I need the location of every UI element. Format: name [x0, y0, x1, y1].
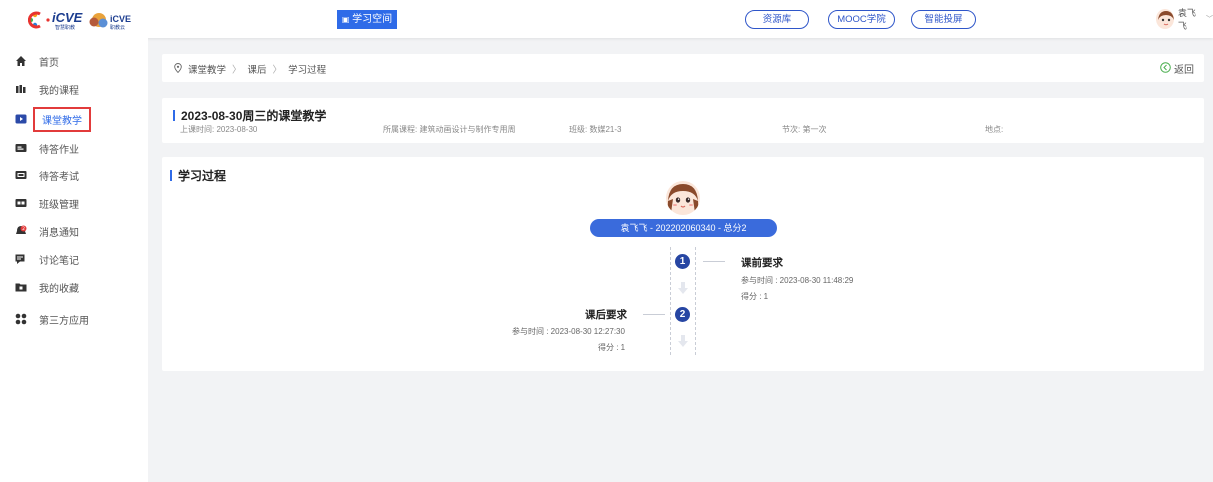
- learning-space-button[interactable]: ▣ 学习空间: [337, 10, 397, 29]
- class-icon: [14, 197, 27, 210]
- learning-space-icon: ▣: [341, 15, 350, 24]
- icve-logo[interactable]: iCVE 智慧职教 iCVE 职教云: [27, 9, 131, 31]
- lesson-info-card: 2023-08-30周三的课堂教学 上课时间: 2023-08-30 所属课程:…: [162, 98, 1204, 143]
- homework-icon: [14, 142, 27, 155]
- logo-sub-1: 智慧职教: [55, 24, 75, 31]
- sidebar-item-homework[interactable]: 待答作业: [14, 137, 79, 159]
- lesson-section: 节次: 第一次: [782, 125, 827, 134]
- books-icon: [14, 83, 27, 96]
- sidebar-item-exam[interactable]: 待答考试: [14, 164, 79, 186]
- mooc-college-button[interactable]: MOOC学院: [828, 10, 895, 29]
- location-pin-icon: [174, 62, 182, 76]
- section-title: 学习过程: [170, 167, 226, 184]
- sidebar-item-class-management[interactable]: 班级管理: [14, 192, 79, 214]
- chat-icon: [14, 253, 27, 266]
- sidebar-item-notifications[interactable]: 2 消息通知: [14, 220, 79, 242]
- breadcrumb-item[interactable]: 课堂教学: [188, 62, 226, 76]
- learning-space-label: 学习空间: [352, 14, 393, 25]
- sidebar-item-third-party-apps[interactable]: 第三方应用: [14, 308, 89, 330]
- avatar: [1156, 9, 1174, 29]
- step-connector: [703, 261, 725, 262]
- apps-icon: [14, 313, 27, 326]
- logo-text-2: iCVE: [110, 14, 131, 24]
- folder-icon: [14, 281, 27, 294]
- sidebar-item-label: 消息通知: [39, 227, 79, 239]
- sidebar-item-label: 班级管理: [39, 199, 79, 211]
- sidebar-item-label: 我的课程: [39, 85, 79, 97]
- sidebar-item-label: 课堂教学: [33, 106, 91, 132]
- breadcrumb-bar: 课堂教学 〉 课后 〉 学习过程 返回: [162, 54, 1204, 82]
- user-menu[interactable]: 袁飞飞 ﹀: [1156, 7, 1213, 31]
- lesson-class: 班级: 数媒21-3: [569, 125, 622, 134]
- sidebar-item-label: 待答考试: [39, 171, 79, 183]
- logo-sub-2: 职教云: [110, 24, 125, 31]
- sidebar-item-discussion-notes[interactable]: 讨论笔记: [14, 248, 79, 270]
- step-number: 1: [675, 254, 690, 269]
- step-title[interactable]: 课前要求: [741, 255, 783, 270]
- timeline-line: [695, 247, 696, 355]
- step-time: 参与时间 : 2023-08-30 12:27:30: [512, 327, 625, 336]
- user-name: 袁飞飞: [1177, 8, 1196, 31]
- lesson-time: 上课时间: 2023-08-30: [180, 125, 258, 134]
- lesson-title: 2023-08-30周三的课堂教学: [173, 107, 326, 124]
- breadcrumb-item[interactable]: 课后: [248, 62, 267, 76]
- resource-library-button[interactable]: 资源库: [745, 10, 809, 29]
- chevron-right-icon: 〉: [272, 65, 283, 76]
- timeline-line: [670, 247, 671, 355]
- breadcrumb: 课堂教学 〉 课后 〉 学习过程: [174, 62, 326, 76]
- arrow-down-icon: [676, 281, 690, 295]
- svg-text:2: 2: [22, 226, 25, 232]
- chevron-down-icon: ﹀: [1206, 16, 1213, 23]
- sidebar-item-home[interactable]: 首页: [14, 50, 59, 72]
- smart-screen-button[interactable]: 智能投屏: [911, 10, 976, 29]
- home-icon: [14, 55, 27, 68]
- sidebar-item-label: 讨论笔记: [39, 255, 79, 267]
- chevron-right-icon: 〉: [232, 65, 242, 76]
- bell-icon: 2: [14, 225, 27, 238]
- breadcrumb-item: 学习过程: [288, 65, 327, 76]
- sidebar-item-label: 第三方应用: [39, 315, 89, 327]
- top-bar: iCVE 智慧职教 iCVE 职教云 ▣ 学习空间 资源库 MOOC学院 智能投…: [0, 0, 1213, 38]
- step-number: 2: [675, 307, 690, 322]
- back-label: 返回: [1174, 65, 1194, 76]
- step-score: 得分 : 1: [598, 343, 626, 352]
- sidebar-item-label: 首页: [39, 57, 59, 69]
- student-avatar: [666, 181, 700, 215]
- lesson-course: 所属课程: 建筑动画设计与制作专用周: [383, 125, 516, 134]
- student-banner: 袁飞飞 - 202202060340 - 总分2: [590, 219, 777, 237]
- sidebar-item-classroom-teaching[interactable]: 课堂教学: [14, 106, 91, 132]
- learning-process-card: 学习过程 袁飞飞 - 202202060340 - 总分2 1 课前要求 参与时…: [162, 157, 1204, 371]
- step-title[interactable]: 课后要求: [585, 307, 627, 322]
- lesson-location: 地点:: [985, 125, 1004, 134]
- arrow-down-icon: [676, 334, 690, 348]
- sidebar: 首页 我的课程 课堂教学 待答作业 待答考试 班级管理 2 消息通知 讨论笔记 …: [0, 38, 148, 482]
- back-circle-icon: [1160, 61, 1171, 76]
- step-time: 参与时间 : 2023-08-30 11:48:29: [741, 276, 854, 285]
- sidebar-item-my-courses[interactable]: 我的课程: [14, 78, 79, 100]
- exam-icon: [14, 169, 27, 182]
- sidebar-item-favorites[interactable]: 我的收藏: [14, 276, 79, 298]
- sidebar-item-label: 我的收藏: [39, 283, 79, 295]
- step-score: 得分 : 1: [741, 292, 769, 301]
- back-button[interactable]: 返回: [1160, 61, 1194, 76]
- logo-text-1: iCVE: [52, 10, 83, 25]
- sidebar-item-label: 待答作业: [39, 144, 79, 156]
- play-icon: [14, 113, 27, 126]
- step-connector: [643, 314, 665, 315]
